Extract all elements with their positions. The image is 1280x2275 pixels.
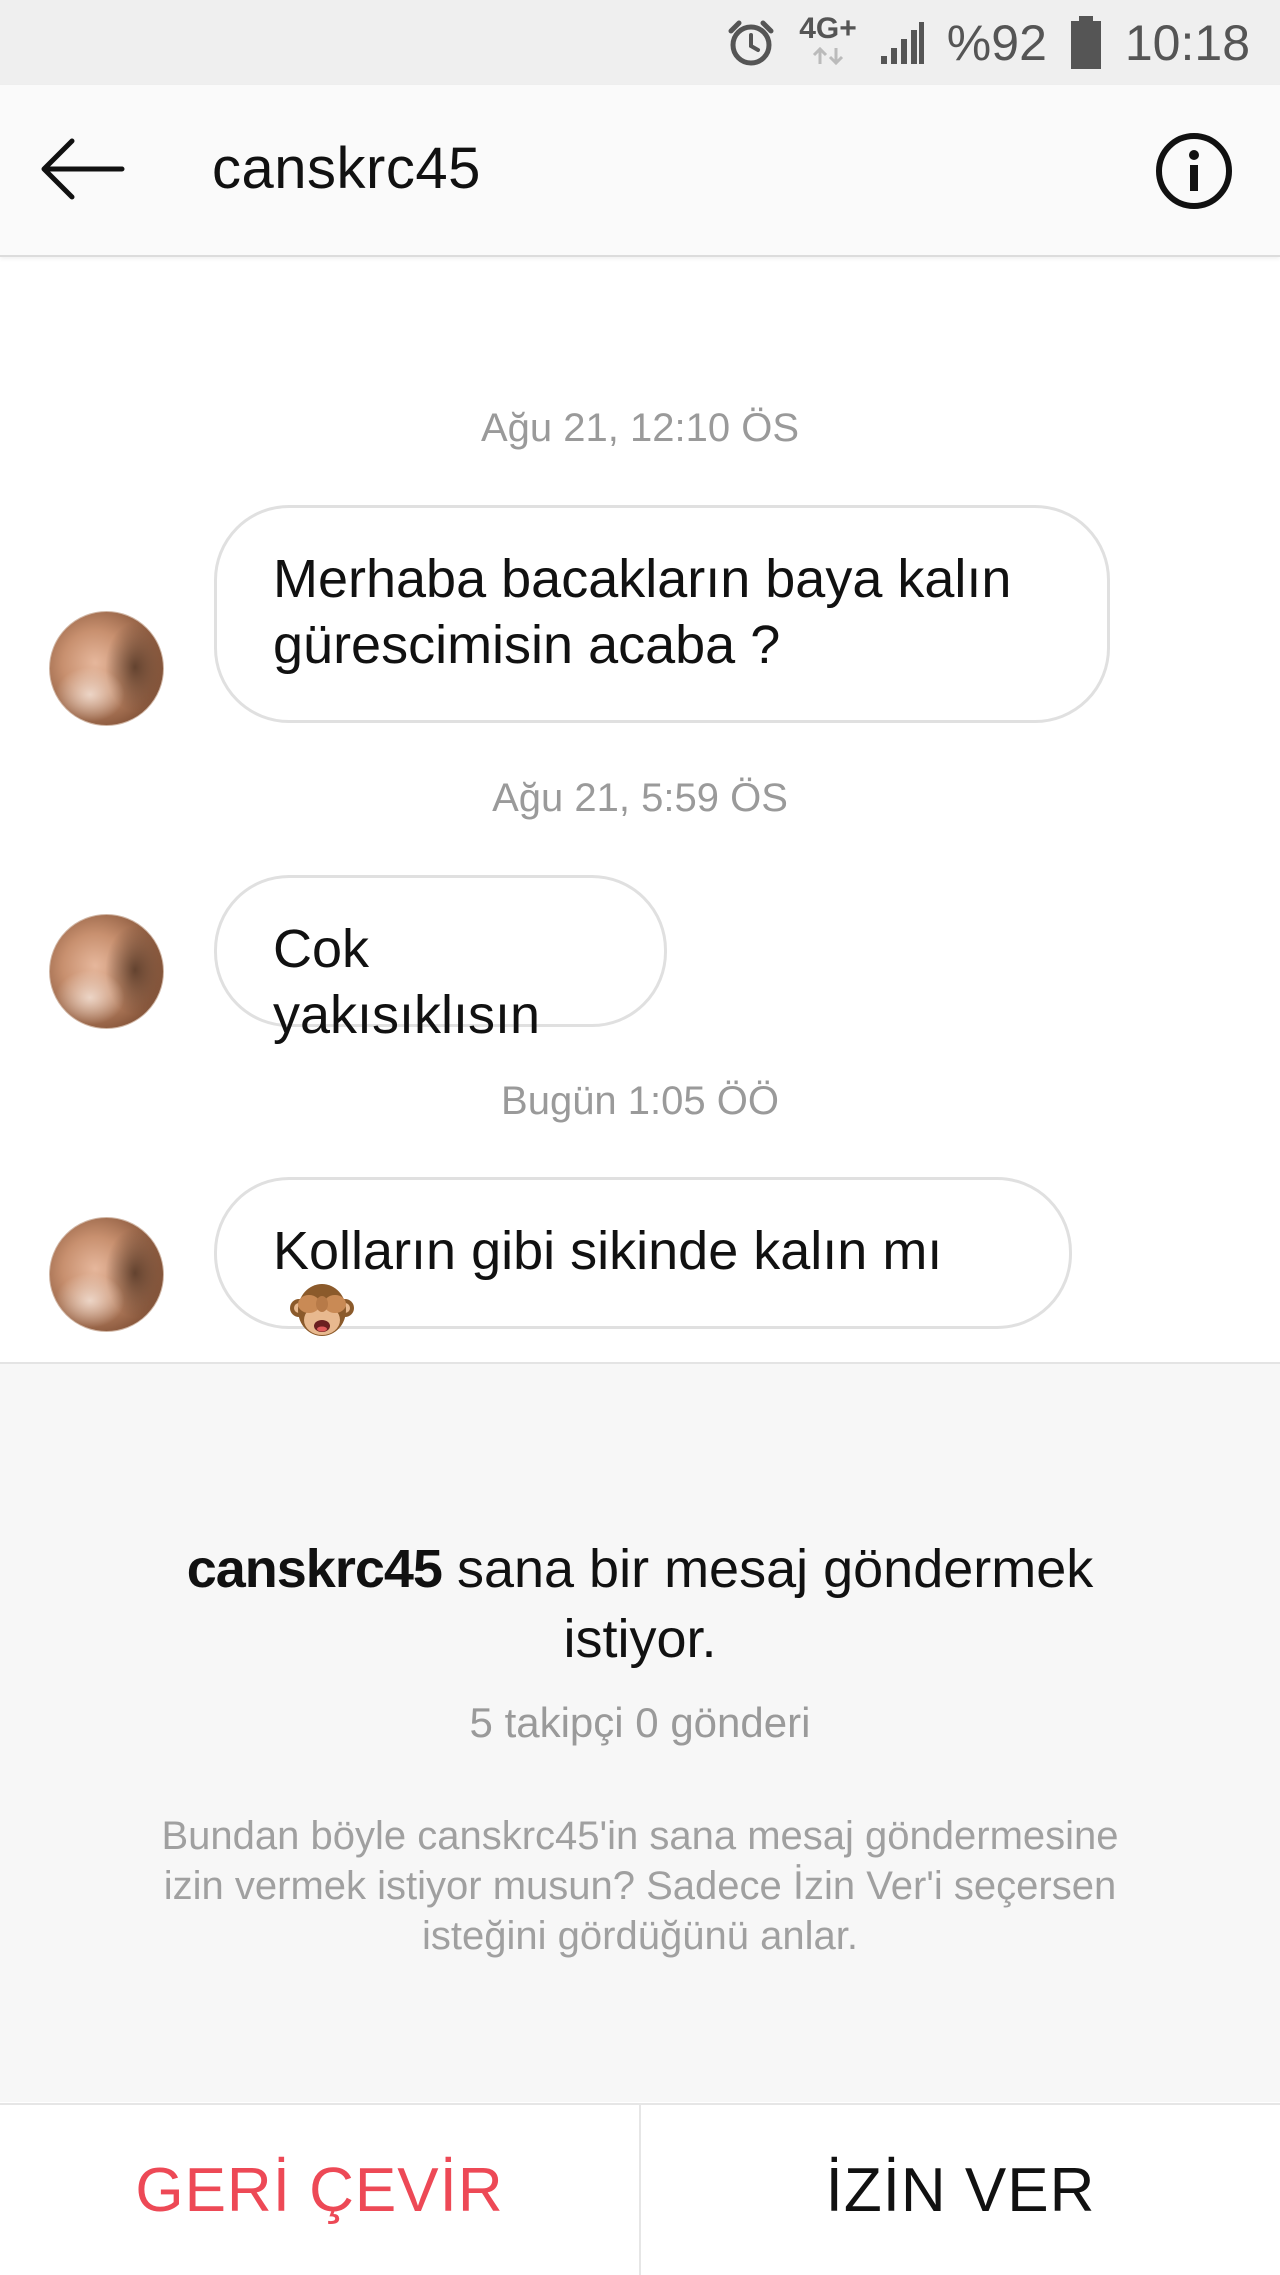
message-bubble[interactable]: Merhaba bacakların baya kalın gürescimis…	[214, 505, 1110, 723]
see-no-evil-monkey-icon	[289, 1278, 355, 1359]
message-timestamp: Ağu 21, 12:10 ÖS	[480, 406, 799, 450]
clock-time: 10:18	[1124, 14, 1250, 71]
message-text-line: Cok yakısıklısın	[273, 919, 541, 1045]
message-timestamp: Ağu 21, 5:59 ÖS	[492, 776, 788, 820]
info-icon	[1156, 133, 1232, 209]
message-bubble[interactable]: Kolların gibi sikinde kalın mı	[214, 1177, 1072, 1336]
request-stats: 5 takipçi 0 gönderi	[469, 1699, 811, 1746]
info-button[interactable]	[1154, 131, 1234, 211]
battery-icon	[1069, 15, 1103, 71]
accept-button[interactable]: İZİN VER	[641, 2105, 1280, 2275]
request-message: canskrc45 sana bir mesaj göndermek istiy…	[140, 1534, 1140, 1674]
message-bubble[interactable]: Cok yakısıklısın	[214, 875, 667, 1045]
request-action-bar: GERİ ÇEVİR İZİN VER	[0, 2103, 1280, 2275]
conversation-title: canskrc45	[212, 136, 481, 201]
battery-percent: %92	[946, 14, 1047, 71]
signal-icon	[879, 20, 925, 66]
decline-button[interactable]: GERİ ÇEVİR	[0, 2105, 641, 2275]
conversation-header: canskrc45	[0, 85, 1280, 257]
message-timestamp: Bugün 1:05 ÖÖ	[501, 1079, 779, 1123]
network-label: 4G+	[799, 11, 857, 45]
page: 4G+ %92 10:18 canskrc45 Ağu 21, 12:10 ÖS…	[0, 0, 1280, 2275]
arrow-left-icon	[41, 138, 125, 200]
sender-avatar[interactable]	[49, 914, 164, 1029]
alarm-icon	[725, 17, 777, 69]
request-username[interactable]: canskrc45	[187, 1539, 443, 1599]
status-bar: 4G+ %92 10:18	[0, 0, 1280, 85]
message-text-line: Kolların gibi sikinde kalın mı	[273, 1221, 943, 1281]
sender-avatar[interactable]	[49, 1217, 164, 1332]
sender-avatar[interactable]	[49, 611, 164, 726]
back-button[interactable]	[38, 133, 128, 205]
network-icon: 4G+	[799, 13, 857, 66]
message-text-line: gürescimisin acaba ?	[273, 615, 781, 675]
message-request-panel: canskrc45 sana bir mesaj göndermek istiy…	[0, 1362, 1280, 2102]
message-text-line: Merhaba bacakların baya kalın	[273, 549, 1012, 609]
request-note: Bundan böyle canskrc45'in sana mesaj gön…	[161, 1814, 1119, 1958]
request-text: sana bir mesaj göndermek istiyor.	[456, 1539, 1094, 1669]
